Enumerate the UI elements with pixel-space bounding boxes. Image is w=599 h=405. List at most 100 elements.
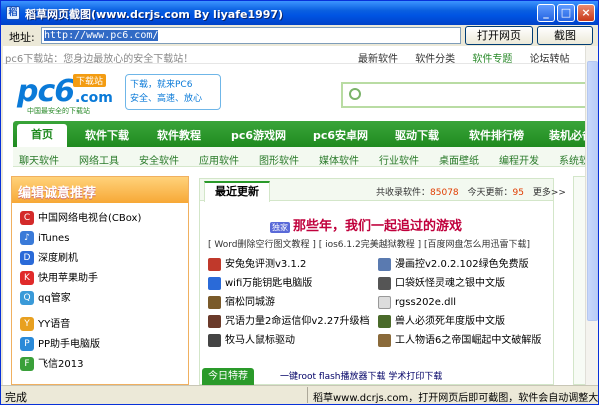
software-item[interactable]: 安兔兔评测v3.1.2 bbox=[208, 257, 306, 274]
recommend-item[interactable]: Y YY语音 bbox=[20, 317, 70, 335]
headline[interactable]: 独家 那些年，我们一起追过的游戏 bbox=[270, 215, 462, 234]
status-right: 稻草www.dcrjs.com，打开网页后即可截图，软件会自动调整大小 bbox=[313, 393, 599, 404]
logo-badge: 下载站 bbox=[73, 74, 107, 87]
fetion-icon: F bbox=[20, 357, 34, 371]
stats-today-label: 今天更新： bbox=[467, 188, 513, 198]
software-name: 咒语力量2命运信仰v2.27升级档 bbox=[225, 316, 370, 327]
recommend-item[interactable]: C 中国网络电视台(CBox) bbox=[20, 211, 141, 229]
scrollbar-thumb[interactable] bbox=[587, 61, 598, 321]
featured-links[interactable]: 一键root flash播放器下载 学术打印下载 bbox=[280, 369, 442, 382]
app-window: 稻 稻草网页截图(www.dcrjs.com By liyafe1997) _ … bbox=[0, 0, 599, 405]
nav-software[interactable]: 软件下载 bbox=[85, 127, 129, 143]
game-icon bbox=[208, 314, 221, 328]
slogan-line-1: 下载，就来PC6 bbox=[130, 80, 193, 90]
recommend-item-label: qq管家 bbox=[38, 293, 71, 304]
subnav-security[interactable]: 安全软件 bbox=[139, 152, 179, 167]
top-link-topics[interactable]: 软件专题 bbox=[472, 54, 512, 65]
logo-main: pc6 bbox=[17, 74, 75, 109]
capture-button[interactable]: 截图 bbox=[537, 26, 593, 45]
software-item[interactable]: wifi万能钥匙电脑版 bbox=[208, 276, 312, 293]
comic-icon bbox=[378, 257, 391, 271]
game-icon bbox=[378, 314, 391, 328]
exclusive-badge: 独家 bbox=[270, 222, 290, 233]
tab-featured[interactable]: 今日特荐 bbox=[202, 368, 254, 385]
url-text: http://www.pc6.com/ bbox=[44, 30, 159, 41]
nav-games[interactable]: pc6游戏网 bbox=[231, 127, 286, 143]
window-title: 稻草网页截图(www.dcrjs.com By liyafe1997) bbox=[25, 8, 284, 21]
recommend-item-label: 中国网络电视台(CBox) bbox=[38, 213, 142, 224]
mouse-icon bbox=[208, 333, 221, 347]
latest-updates-panel: 最近更新 共收录软件：85078 今天更新：95 更多>> 独家 那些年，我们一起… bbox=[199, 178, 566, 385]
site-logo[interactable]: pc6 下载站 .com 中国最安全的下载站 bbox=[13, 68, 123, 116]
game-icon bbox=[208, 295, 221, 309]
top-links: 最新软件 软件分类 软件专题 论坛转帖 bbox=[358, 50, 584, 65]
subnav-industry[interactable]: 行业软件 bbox=[379, 152, 419, 167]
stats-total-label: 共收录软件： bbox=[376, 188, 431, 198]
top-link-category[interactable]: 软件分类 bbox=[415, 54, 455, 65]
address-label: 地址: bbox=[9, 31, 35, 44]
tab-latest[interactable]: 最近更新 bbox=[204, 181, 270, 202]
minimize-button[interactable]: _ bbox=[537, 4, 555, 22]
open-page-button[interactable]: 打开网页 bbox=[465, 26, 533, 45]
subnav-graphics[interactable]: 图形软件 bbox=[259, 152, 299, 167]
software-item[interactable]: 漫画控v2.0.2.102绿色免费版 bbox=[378, 257, 529, 274]
qq-manager-icon: Q bbox=[20, 291, 34, 305]
software-name: 安兔兔评测v3.1.2 bbox=[225, 259, 307, 270]
title-bar: 稻 稻草网页截图(www.dcrjs.com By liyafe1997) _ … bbox=[1, 1, 598, 25]
top-link-forum[interactable]: 论坛转帖 bbox=[530, 54, 570, 65]
recommend-item[interactable]: P PP助手电脑版 bbox=[20, 337, 100, 355]
wifi-icon bbox=[208, 276, 221, 290]
software-item[interactable]: 兽人必须死年度版中文版 bbox=[378, 314, 505, 331]
top-link-latest[interactable]: 最新软件 bbox=[358, 54, 398, 65]
software-item[interactable]: 牧马人鼠标驱动 bbox=[208, 333, 295, 350]
subnav-chat[interactable]: 聊天软件 bbox=[19, 152, 59, 167]
latest-tabbar: 最近更新 共收录软件：85078 今天更新：95 更多>> bbox=[200, 179, 566, 202]
logo-com: .com bbox=[75, 90, 113, 106]
software-name: 宿松同城游 bbox=[225, 297, 275, 308]
software-name: rgss202e.dll bbox=[395, 297, 457, 308]
recommend-item[interactable]: K 快用苹果助手 bbox=[20, 271, 98, 289]
recommend-item-label: 快用苹果助手 bbox=[38, 273, 98, 284]
site-top-strip: pc6下载站：您身边最放心的安全下载站！ 最新软件 软件分类 软件专题 论坛转帖 bbox=[3, 46, 596, 65]
software-item[interactable]: 咒语力量2命运信仰v2.27升级档 bbox=[208, 314, 370, 331]
cbox-icon: C bbox=[20, 211, 34, 225]
recommend-item[interactable]: F 飞信2013 bbox=[20, 357, 83, 375]
tutorial-links[interactable]: [ Word删除空行图文教程 ] [ ios6.1.2完美越狱教程 ] [百度网… bbox=[208, 237, 530, 250]
recommend-item-label: 深度刷机 bbox=[38, 253, 78, 264]
status-left: 完成 bbox=[5, 391, 27, 404]
nav-home[interactable]: 首页 bbox=[17, 124, 67, 147]
recommend-item-label: 飞信2013 bbox=[38, 359, 84, 370]
maximize-button[interactable]: □ bbox=[557, 4, 575, 22]
recommend-item-label: YY语音 bbox=[38, 319, 71, 330]
site-search-input[interactable] bbox=[341, 82, 596, 108]
more-link[interactable]: 更多>> bbox=[533, 188, 566, 198]
nav-ranking[interactable]: 软件排行榜 bbox=[469, 127, 524, 143]
recommend-title: 编辑诚意推荐 bbox=[12, 177, 188, 203]
software-name: 口袋妖怪灵魂之银中文版 bbox=[395, 278, 505, 289]
yy-icon: Y bbox=[20, 317, 34, 331]
app-icon: 稻 bbox=[6, 6, 20, 20]
itunes-icon: ♪ bbox=[20, 231, 34, 245]
subnav-media[interactable]: 媒体软件 bbox=[319, 152, 359, 167]
vertical-scrollbar[interactable] bbox=[585, 46, 598, 385]
logo-sub: 中国最安全的下载站 bbox=[27, 107, 90, 115]
nav-tutorials[interactable]: 软件教程 bbox=[157, 127, 201, 143]
url-input[interactable]: http://www.pc6.com/ bbox=[41, 27, 461, 44]
software-item[interactable]: 工人物语6之帝国崛起中文破解版 bbox=[378, 333, 541, 350]
sub-nav: 聊天软件 网络工具 安全软件 应用软件 图形软件 媒体软件 行业软件 桌面壁纸 … bbox=[13, 147, 596, 167]
software-item[interactable]: 宿松同城游 bbox=[208, 295, 275, 312]
recommend-item[interactable]: Qqq管家 bbox=[20, 291, 71, 309]
software-item[interactable]: 口袋妖怪灵魂之银中文版 bbox=[378, 276, 505, 293]
recommend-item[interactable]: D 深度刷机 bbox=[20, 251, 78, 269]
nav-android[interactable]: pc6安卓网 bbox=[313, 127, 368, 143]
headline-text: 那些年，我们一起追过的游戏 bbox=[293, 219, 463, 234]
nav-drivers[interactable]: 驱动下载 bbox=[395, 127, 439, 143]
pokemon-icon bbox=[378, 276, 391, 290]
subnav-network[interactable]: 网络工具 bbox=[79, 152, 119, 167]
subnav-dev[interactable]: 编程开发 bbox=[499, 152, 539, 167]
subnav-apps[interactable]: 应用软件 bbox=[199, 152, 239, 167]
close-button[interactable]: × bbox=[577, 4, 595, 22]
software-item[interactable]: rgss202e.dll bbox=[378, 295, 456, 312]
recommend-item[interactable]: ♪ iTunes bbox=[20, 231, 69, 249]
subnav-wallpaper[interactable]: 桌面壁纸 bbox=[439, 152, 479, 167]
